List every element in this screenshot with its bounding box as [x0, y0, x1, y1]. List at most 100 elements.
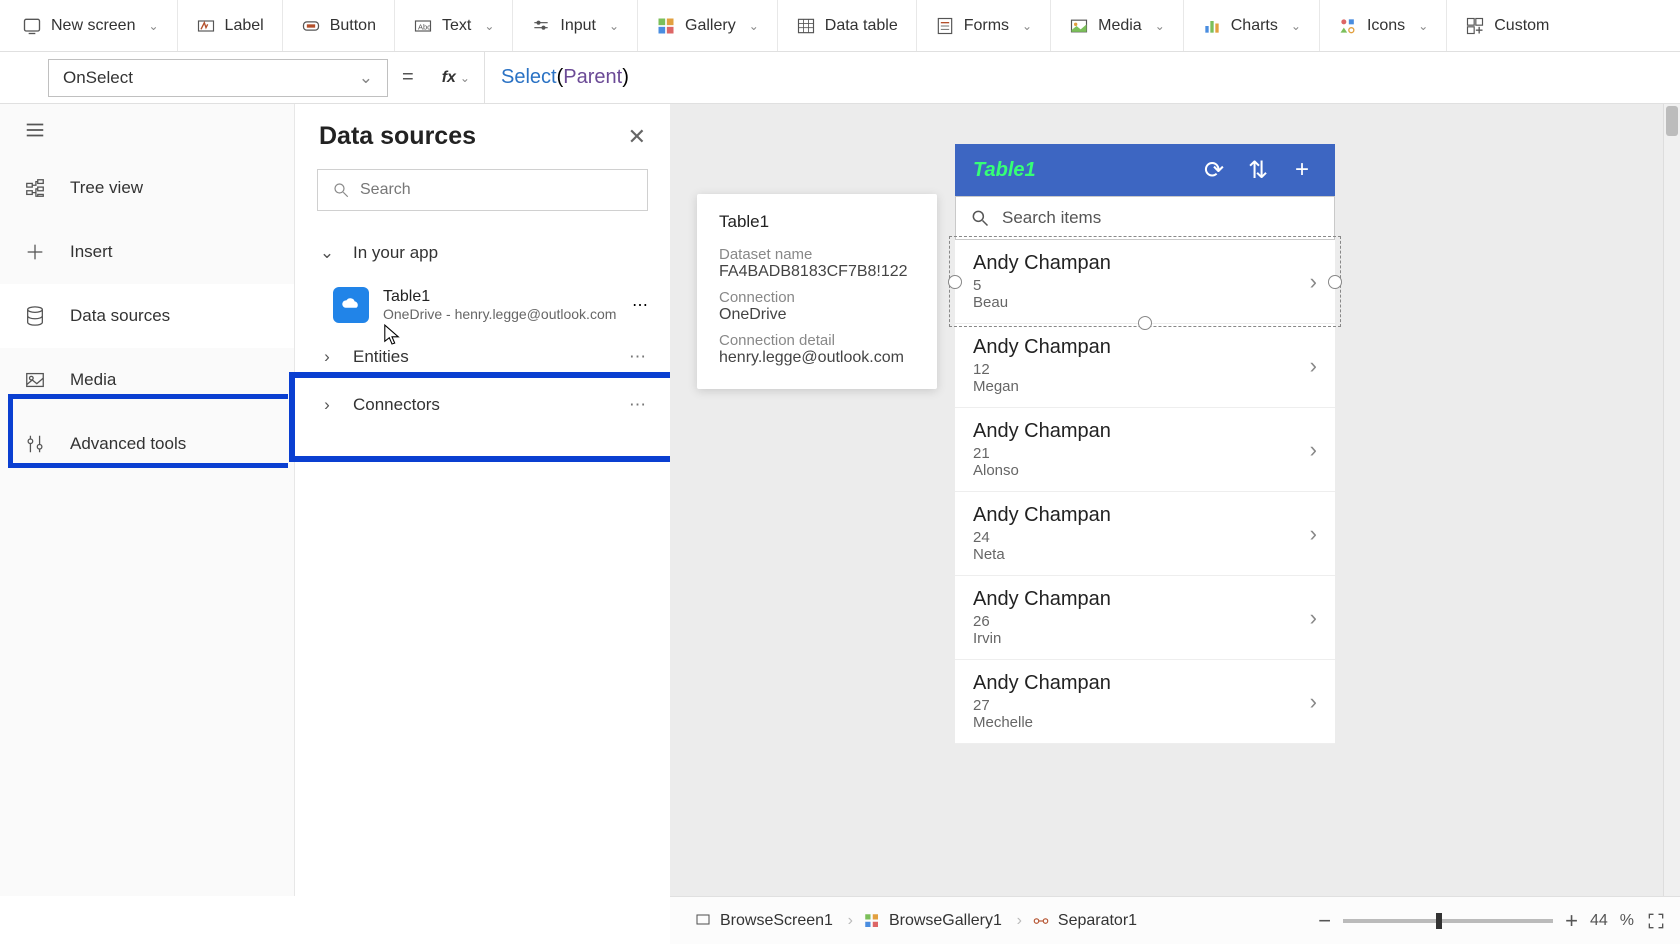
button-button[interactable]: Button — [283, 0, 395, 51]
sort-icon[interactable]: ⇅ — [1243, 156, 1273, 185]
chevron-right-icon[interactable]: › — [1310, 353, 1317, 379]
onedrive-icon — [333, 287, 369, 323]
breadcrumb-bar: BrowseScreen1 › BrowseGallery1 › Separat… — [670, 896, 1680, 944]
breadcrumb-item[interactable]: Separator1 — [1022, 906, 1147, 936]
icons-button[interactable]: Icons ⌄ — [1320, 0, 1447, 51]
breadcrumb-item[interactable]: BrowseGallery1 › — [853, 906, 1012, 936]
svg-text:Abc: Abc — [418, 22, 431, 31]
chevron-down-icon: ⌄ — [484, 19, 494, 33]
panel-title: Data sources — [319, 122, 476, 151]
custom-icon — [1465, 16, 1485, 36]
more-button[interactable]: ⋯ — [629, 395, 648, 415]
input-button[interactable]: Input ⌄ — [513, 0, 638, 51]
zoom-percent: % — [1620, 912, 1634, 930]
nav-insert[interactable]: Insert — [0, 220, 294, 284]
search-input[interactable]: Search — [317, 169, 648, 211]
chevron-right-icon[interactable]: › — [1310, 689, 1317, 715]
nav-media[interactable]: Media — [0, 348, 294, 412]
label-button[interactable]: Label — [178, 0, 283, 51]
canvas[interactable]: Table1 Dataset name FA4BADB8183CF7B8!122… — [670, 104, 1680, 896]
add-icon[interactable]: + — [1287, 156, 1317, 184]
resize-handle[interactable] — [1138, 316, 1152, 330]
data-table-icon — [796, 16, 816, 36]
formula-input[interactable]: Select(Parent) — [485, 52, 1680, 103]
plus-icon — [24, 241, 46, 263]
item-sub: Neta — [973, 546, 1111, 563]
app-search-input[interactable]: Search items — [955, 196, 1335, 240]
equals-sign: = — [402, 66, 414, 89]
gallery-item[interactable]: Andy Champan5Beau› — [955, 240, 1335, 324]
search-icon — [970, 208, 990, 228]
bottom-blank — [0, 896, 670, 944]
custom-label: Custom — [1494, 17, 1549, 35]
database-icon — [24, 305, 46, 327]
section-entities[interactable]: › Entities ⋯ — [295, 333, 670, 381]
zoom-in-button[interactable]: + — [1565, 908, 1578, 934]
slider-knob[interactable] — [1436, 913, 1442, 929]
custom-button[interactable]: Custom — [1447, 0, 1567, 51]
button-label: Button — [330, 17, 376, 35]
fx-button[interactable]: fx ⌄ — [428, 52, 485, 103]
breadcrumb-label: BrowseGallery1 — [889, 912, 1002, 930]
gallery-item[interactable]: Andy Champan26Irvin› — [955, 576, 1335, 660]
refresh-icon[interactable]: ⟳ — [1199, 156, 1229, 185]
close-panel-button[interactable]: ✕ — [628, 124, 646, 150]
chevron-right-icon[interactable]: › — [1310, 605, 1317, 631]
chevron-right-icon[interactable]: › — [1310, 437, 1317, 463]
item-sub: Mechelle — [973, 714, 1111, 731]
chevron-right-icon: › — [317, 395, 337, 415]
chevron-right-icon[interactable]: › — [1310, 521, 1317, 547]
charts-icon — [1202, 16, 1222, 36]
nav-tree-view[interactable]: Tree view — [0, 156, 294, 220]
chevron-down-icon: ⌄ — [1155, 19, 1165, 33]
tooltip-label: Connection — [719, 289, 915, 306]
tooltip-value: OneDrive — [719, 306, 915, 324]
section-in-your-app[interactable]: ⌄ In your app — [295, 229, 670, 277]
text-icon: Abc — [413, 16, 433, 36]
media-button[interactable]: Media ⌄ — [1051, 0, 1184, 51]
new-screen-button[interactable]: New screen ⌄ — [4, 0, 178, 51]
gallery-item[interactable]: Andy Champan27Mechelle› — [955, 660, 1335, 744]
forms-button[interactable]: Forms ⌄ — [917, 0, 1051, 51]
item-name: Andy Champan — [973, 420, 1111, 443]
property-select[interactable]: OnSelect ⌄ — [48, 59, 388, 97]
gallery-button[interactable]: Gallery ⌄ — [638, 0, 778, 51]
gallery-item[interactable]: Andy Champan21Alonso› — [955, 408, 1335, 492]
chevron-right-icon[interactable]: › — [1310, 269, 1317, 295]
hamburger-button[interactable] — [0, 104, 294, 156]
item-count: 26 — [973, 613, 1111, 630]
zoom-slider[interactable] — [1343, 919, 1553, 923]
vertical-scrollbar[interactable] — [1663, 104, 1680, 896]
formula-function: Select — [501, 66, 557, 89]
resize-handle[interactable] — [1328, 275, 1342, 289]
more-button[interactable]: ⋯ — [629, 347, 648, 367]
label-icon — [196, 16, 216, 36]
breadcrumb-item[interactable]: BrowseScreen1 › — [684, 906, 843, 936]
nav-advanced-tools[interactable]: Advanced tools — [0, 412, 294, 476]
data-source-tooltip: Table1 Dataset name FA4BADB8183CF7B8!122… — [697, 194, 937, 389]
zoom-out-button[interactable]: − — [1318, 908, 1331, 934]
nav-data-sources-label: Data sources — [70, 306, 170, 326]
chevron-down-icon: ⌄ — [749, 19, 759, 33]
data-sources-panel: Data sources ✕ Search ⌄ In your app Tabl… — [295, 104, 670, 896]
charts-button[interactable]: Charts ⌄ — [1184, 0, 1320, 51]
label-label: Label — [225, 17, 264, 35]
tools-icon — [24, 433, 46, 455]
breadcrumb-label: BrowseScreen1 — [720, 912, 833, 930]
gallery-item[interactable]: Andy Champan12Megan› — [955, 324, 1335, 408]
gallery-item[interactable]: Andy Champan24Neta› — [955, 492, 1335, 576]
app-title: Table1 — [973, 159, 1185, 182]
nav-data-sources[interactable]: Data sources — [0, 284, 294, 348]
section-label: In your app — [353, 243, 438, 263]
chevron-right-icon: › — [317, 347, 337, 367]
data-source-table1[interactable]: Table1 OneDrive - henry.legge@outlook.co… — [295, 277, 670, 333]
section-connectors[interactable]: › Connectors ⋯ — [295, 381, 670, 429]
fullscreen-icon[interactable] — [1646, 911, 1666, 931]
text-button[interactable]: Abc Text ⌄ — [395, 0, 513, 51]
formula-bar: OnSelect ⌄ = fx ⌄ Select(Parent) — [0, 52, 1680, 104]
scrollbar-thumb[interactable] — [1666, 106, 1678, 136]
item-sub: Irvin — [973, 630, 1111, 647]
resize-handle[interactable] — [948, 275, 962, 289]
more-button[interactable]: ⋯ — [632, 295, 648, 315]
data-table-button[interactable]: Data table — [778, 0, 917, 51]
